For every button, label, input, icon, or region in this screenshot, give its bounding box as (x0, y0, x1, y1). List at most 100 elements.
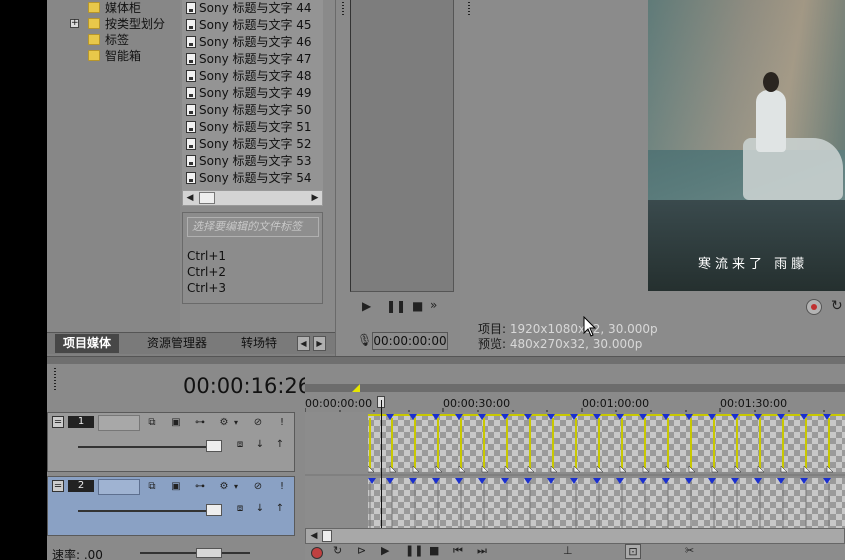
panel-grip-icon[interactable] (342, 2, 344, 16)
list-item[interactable]: Sony 标题与文字 45 (186, 17, 312, 34)
timeline-scrollbar[interactable]: ◀ (305, 528, 845, 544)
dropdown-icon[interactable]: ▾ (230, 417, 242, 429)
tag-shortcut[interactable]: Ctrl+3 (187, 281, 226, 295)
cut-icon[interactable]: ✂ (685, 544, 694, 557)
track-lane-1[interactable] (305, 412, 845, 474)
scrollbar-thumb[interactable] (322, 530, 332, 542)
opacity-slider-track[interactable] (78, 446, 208, 448)
stop-icon[interactable]: ■ (412, 299, 423, 313)
list-item[interactable]: Sony 标题与文字 54 (186, 170, 312, 187)
track-header-2[interactable]: ═ 2 ⧉ ▣ ⊶ ⚙ ▾ ⊘ ! ⧈ ↓ ↑ (47, 476, 295, 536)
list-item[interactable]: Sony 标题与文字 48 (186, 68, 312, 85)
tab-explorer[interactable]: 资源管理器 (139, 334, 215, 353)
arrow-down-icon[interactable]: ↓ (254, 439, 266, 451)
scrollbar-thumb[interactable] (199, 192, 215, 204)
tab-transitions[interactable]: 转场特效 (233, 334, 295, 353)
tag-shortcut[interactable]: Ctrl+2 (187, 265, 226, 279)
list-item[interactable]: Sony 标题与文字 46 (186, 34, 312, 51)
tree-item-media-bin[interactable]: 媒体柜 (88, 0, 141, 16)
pause-icon[interactable]: ❚❚ (405, 544, 423, 557)
loop-region-bar[interactable] (305, 384, 845, 392)
track-motion-icon[interactable]: ⧉ (146, 481, 158, 493)
record-icon[interactable] (311, 547, 323, 559)
gear-icon[interactable]: ⚙ (218, 417, 230, 429)
list-item[interactable]: Sony 标题与文字 47 (186, 51, 312, 68)
play-icon[interactable]: ▶ (362, 299, 371, 313)
tab-next-icon[interactable]: ▶ (313, 336, 326, 351)
media-file-icon (186, 2, 196, 14)
play-icon[interactable]: ▶ (381, 544, 389, 557)
play-from-start-icon[interactable]: ⊳ (357, 544, 366, 557)
track-name-field[interactable] (98, 479, 140, 495)
video-track-icon: 1 (68, 416, 94, 428)
list-item[interactable]: Sony 标题与文字 52 (186, 136, 312, 153)
rate-slider-thumb[interactable] (196, 548, 222, 558)
opacity-slider-thumb[interactable] (206, 504, 222, 516)
panel-grip-icon[interactable] (468, 2, 470, 16)
mute-icon[interactable]: ⊘ (252, 417, 264, 429)
expand-icon[interactable]: + (70, 19, 79, 28)
panel-divider[interactable] (47, 356, 845, 364)
opacity-slider-thumb[interactable] (206, 440, 222, 452)
tree-item-by-type[interactable]: + 按类型划分 (70, 16, 165, 32)
timeline-ruler[interactable]: 00:00:00:00 00:00:30:00 00:01:00:00 00:0… (305, 364, 845, 412)
track-fx-chain-icon[interactable]: ⧈ (234, 439, 246, 451)
scroll-left-icon[interactable]: ◀ (308, 529, 320, 543)
track-fx-icon[interactable]: ⊶ (194, 417, 206, 429)
tree-item-tags[interactable]: 标签 (88, 32, 129, 48)
rate-slider-track[interactable] (140, 552, 250, 554)
track-fx-icon[interactable]: ⊶ (194, 481, 206, 493)
collapse-track-icon[interactable]: ═ (52, 480, 64, 492)
edit-tool-icon[interactable]: ⊥ (563, 544, 573, 557)
arrow-up-icon[interactable]: ↑ (274, 439, 286, 451)
track-motion-icon[interactable]: ⧉ (146, 417, 158, 429)
list-item[interactable]: Sony 标题与文字 53 (186, 153, 312, 170)
scroll-right-icon[interactable]: ▶ (309, 191, 321, 205)
collapse-track-icon[interactable]: ═ (52, 416, 64, 428)
preview-info-line: 预览: 480x270x32, 30.000p (478, 337, 643, 351)
list-item[interactable]: Sony 标题与文字 51 (186, 119, 312, 136)
go-to-start-icon[interactable]: ⏮ (453, 544, 463, 558)
tag-editor: 选择要编辑的文件标签 Ctrl+1 Ctrl+2 Ctrl+3 (182, 212, 323, 304)
refresh-icon[interactable]: ↻ (831, 299, 845, 315)
tag-shortcut[interactable]: Ctrl+1 (187, 249, 226, 263)
loop-icon[interactable]: ↻ (333, 544, 342, 557)
trimmer-time-display[interactable]: 00:00:00:00 (372, 332, 448, 350)
solo-icon[interactable]: ! (276, 481, 288, 493)
arrow-up-icon[interactable]: ↑ (274, 503, 286, 515)
track-header-1[interactable]: ═ 1 ⧉ ▣ ⊶ ⚙ ▾ ⊘ ! ⧈ ↓ ↑ (47, 412, 295, 472)
mute-icon[interactable]: ⊘ (252, 481, 264, 493)
tag-input[interactable]: 选择要编辑的文件标签 (187, 217, 319, 237)
snap-icon[interactable]: ⊡ (625, 544, 641, 559)
tab-prev-icon[interactable]: ◀ (297, 336, 310, 351)
list-item[interactable]: Sony 标题与文字 50 (186, 102, 312, 119)
gear-icon[interactable]: ⚙ (218, 481, 230, 493)
pause-icon[interactable]: ❚❚ (386, 299, 406, 313)
file-list-scrollbar[interactable]: ◀ ▶ (182, 190, 323, 206)
window-tab-bar: 项目媒体 资源管理器 转场特效 ◀ ▶ (47, 332, 335, 354)
tab-project-media[interactable]: 项目媒体 (55, 334, 120, 353)
media-file-icon (186, 53, 196, 65)
go-to-end-icon[interactable]: ⏭ (477, 544, 487, 558)
dropdown-icon[interactable]: ▾ (230, 481, 242, 493)
track-fx-chain-icon[interactable]: ⧈ (234, 503, 246, 515)
solo-icon[interactable]: ! (276, 417, 288, 429)
list-item[interactable]: Sony 标题与文字 49 (186, 85, 312, 102)
tree-item-smart-bin[interactable]: 智能箱 (88, 48, 141, 64)
track-name-field[interactable] (98, 415, 140, 431)
media-file-icon (186, 36, 196, 48)
panel-grip-icon[interactable] (54, 368, 56, 392)
stop-icon[interactable]: ■ (429, 544, 439, 557)
rate-label: 速率: .00 (52, 548, 103, 560)
more-icon[interactable]: » (430, 298, 437, 312)
track-composite-icon[interactable]: ▣ (170, 417, 182, 429)
loop-start-marker-icon[interactable] (352, 384, 362, 392)
opacity-slider-track[interactable] (78, 510, 208, 512)
list-item[interactable]: Sony 标题与文字 44 (186, 0, 312, 17)
scroll-left-icon[interactable]: ◀ (184, 191, 196, 205)
track-composite-icon[interactable]: ▣ (170, 481, 182, 493)
current-time-display[interactable]: 00:00:16:26 (183, 374, 311, 398)
microphone-icon[interactable]: 🎙 (357, 333, 372, 347)
record-icon[interactable] (806, 299, 822, 315)
arrow-down-icon[interactable]: ↓ (254, 503, 266, 515)
